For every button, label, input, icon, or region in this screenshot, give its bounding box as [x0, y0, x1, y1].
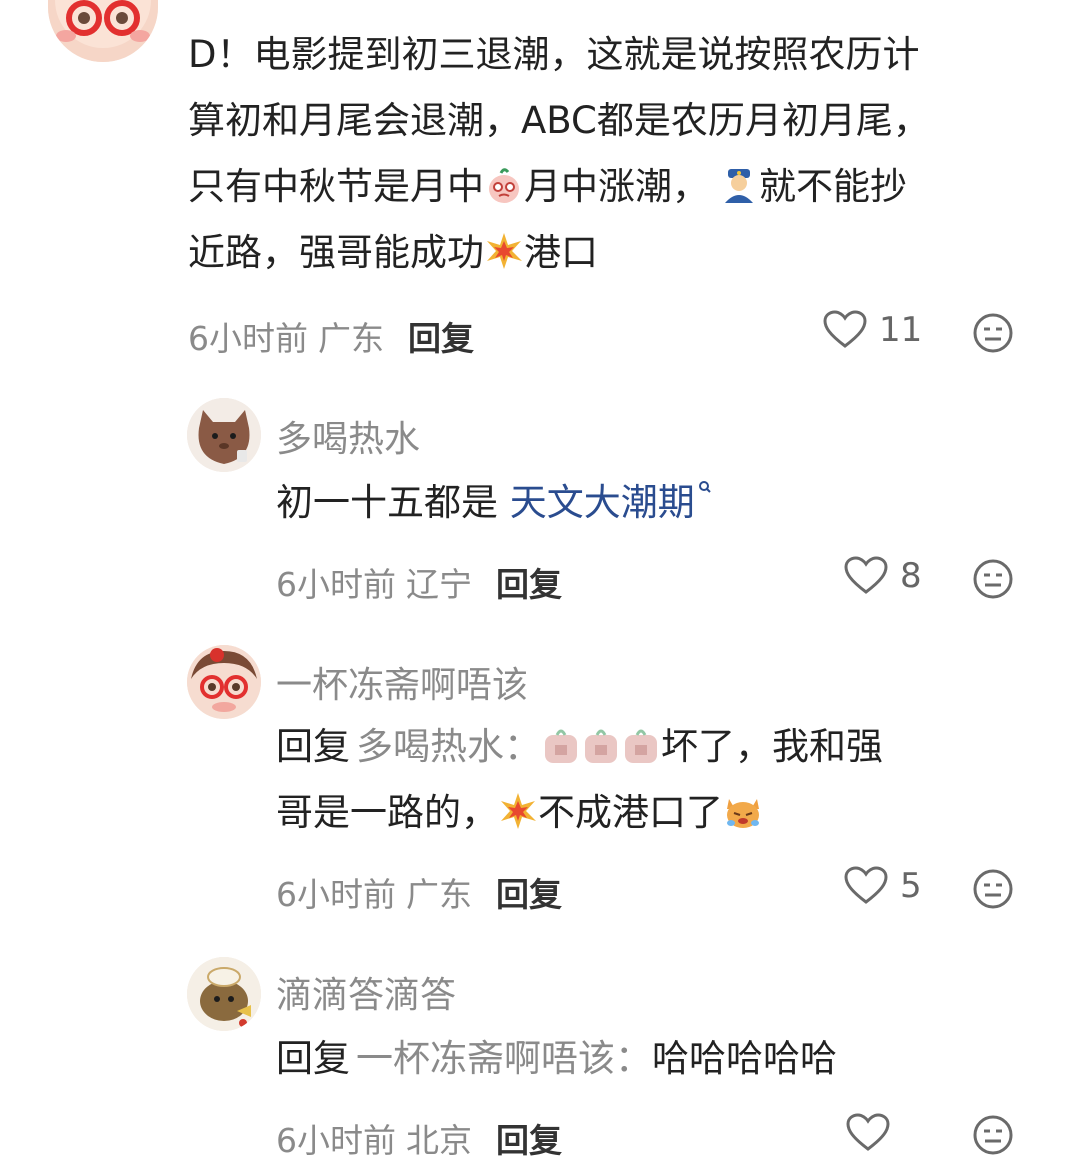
- location: 广东: [318, 319, 384, 358]
- reply-to-mention[interactable]: 多喝热水：: [356, 725, 541, 768]
- comment-meta: 6小时前 广东 回复: [188, 312, 474, 360]
- comment-line: 不成港口了: [538, 791, 723, 834]
- collision-emoji-icon: [487, 233, 522, 269]
- comment-meta: 6小时前 辽宁 回复: [276, 558, 562, 606]
- avatar[interactable]: [48, 0, 158, 62]
- heart-outline-icon: [844, 866, 888, 904]
- search-link[interactable]: 天文大潮期: [510, 481, 695, 524]
- like-button[interactable]: 11: [823, 310, 922, 350]
- like-button[interactable]: 8: [844, 556, 922, 596]
- reply-prefix: 回复: [276, 725, 350, 768]
- comment-line: 哥是一路的，: [276, 791, 498, 834]
- avatar[interactable]: [187, 957, 261, 1031]
- heart-outline-icon: [823, 310, 867, 348]
- comment-line: 月中涨潮，: [524, 165, 709, 208]
- police-officer-emoji-icon: [725, 169, 753, 203]
- heart-outline-icon: [846, 1113, 890, 1151]
- comment-text: 回复 一杯冻斋啊唔该：哈哈哈哈哈: [276, 1026, 837, 1092]
- location: 广东: [406, 875, 472, 914]
- username[interactable]: 滴滴答滴答: [276, 966, 456, 1018]
- comment-meta: 6小时前 广东 回复: [276, 868, 562, 916]
- username[interactable]: 多喝热水: [276, 410, 420, 462]
- location: 北京: [406, 1121, 472, 1160]
- comment-line: 就不能抄: [759, 165, 907, 208]
- comment-text: 初一十五都是 天文大潮期: [276, 470, 713, 536]
- reply-button[interactable]: 回复: [408, 319, 474, 358]
- avatar[interactable]: [187, 645, 261, 719]
- username[interactable]: 一杯冻斋啊唔该: [276, 656, 528, 708]
- reply-button[interactable]: 回复: [496, 875, 562, 914]
- meh-face-icon[interactable]: [972, 558, 1014, 600]
- timestamp: 6小时前: [188, 319, 308, 358]
- like-button[interactable]: 5: [844, 866, 922, 906]
- comment-text: 回复 多喝热水： 坏了，我和强 哥是一路的， 不成港口了: [276, 714, 1036, 846]
- peach-sticker-icon: [545, 729, 577, 763]
- comment-text-prefix: 初一十五都是: [276, 481, 498, 524]
- peach-sticker-icon: [625, 729, 657, 763]
- comment-line: 哈哈哈哈哈: [652, 1037, 837, 1080]
- peach-sticker-icon: [585, 729, 617, 763]
- comment-text: D！电影提到初三退潮，这就是说按照农历计 算初和月尾会退潮，ABC都是农历月初月…: [188, 22, 1048, 286]
- like-count: 8: [900, 556, 922, 596]
- timestamp: 6小时前: [276, 565, 396, 604]
- like-count: 5: [900, 866, 922, 906]
- comment-line: 近路，强哥能成功: [188, 231, 484, 274]
- meh-face-icon[interactable]: [972, 868, 1014, 910]
- like-count: 11: [879, 310, 923, 350]
- comment-line: 算初和月尾会退潮，ABC都是农历月初月尾，: [188, 99, 930, 142]
- timestamp: 6小时前: [276, 875, 396, 914]
- timestamp: 6小时前: [276, 1121, 396, 1160]
- comment-line: 只有中秋节是月中: [188, 165, 484, 208]
- reply-to-mention[interactable]: 一杯冻斋啊唔该：: [356, 1037, 652, 1080]
- meh-face-icon[interactable]: [972, 1114, 1014, 1156]
- comment-line: 港口: [524, 231, 598, 274]
- avatar[interactable]: [187, 398, 261, 472]
- comment-line: D！电影提到初三退潮，这就是说按照农历计: [188, 33, 920, 76]
- location: 辽宁: [406, 565, 472, 604]
- crying-cat-emoji-icon: [727, 799, 759, 828]
- collision-emoji-icon: [501, 793, 536, 829]
- like-button[interactable]: [846, 1113, 902, 1153]
- search-icon: [698, 481, 711, 493]
- comment-line: 坏了，我和强: [661, 725, 883, 768]
- reply-prefix: 回复: [276, 1037, 350, 1080]
- comment-meta: 6小时前 北京 回复: [276, 1114, 562, 1162]
- reply-button[interactable]: 回复: [496, 1121, 562, 1160]
- meh-face-icon[interactable]: [972, 312, 1014, 354]
- heart-outline-icon: [844, 556, 888, 594]
- shy-peach-emoji-icon: [489, 168, 519, 203]
- reply-button[interactable]: 回复: [496, 565, 562, 604]
